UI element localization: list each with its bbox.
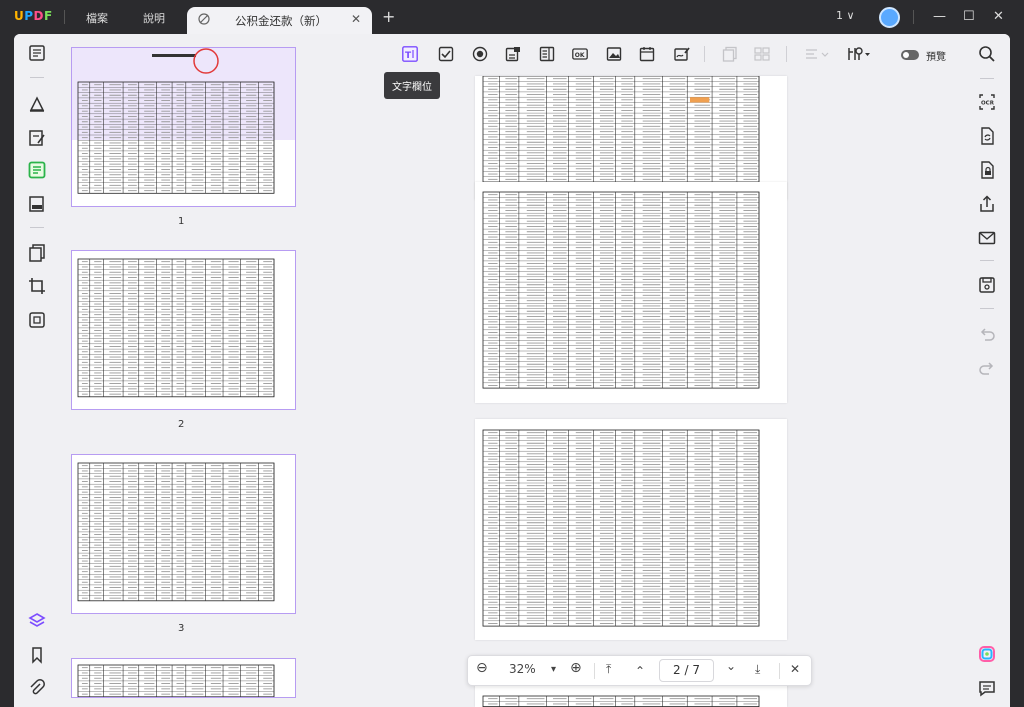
thumbnail-preview (77, 258, 275, 398)
last-page-button[interactable]: ⤓ (755, 662, 760, 677)
page-thumbnail-4[interactable] (71, 658, 296, 698)
zoom-navigation-bar: ⊖ 32% ▾ ⊕ ⤒ ⌃ 2 / 7 ⌄ ⤓ ✕ (467, 655, 812, 686)
window-count-dropdown[interactable]: 1 ∨ (836, 9, 855, 22)
save-icon[interactable] (977, 275, 997, 295)
prepare-form-icon[interactable] (27, 160, 47, 180)
toolbar-separator (30, 227, 44, 228)
signature-field-icon[interactable] (674, 46, 690, 62)
zoom-dropdown-icon[interactable]: ▾ (551, 664, 556, 675)
email-icon[interactable] (977, 228, 997, 248)
thumbnail-label: 2 (178, 419, 185, 430)
thumbnail-panel: 1 2 3 (60, 34, 314, 707)
image-field-icon[interactable] (606, 46, 622, 62)
reader-icon[interactable] (27, 43, 47, 63)
align-dropdown-icon (806, 49, 829, 59)
undo-icon (980, 328, 995, 341)
right-toolbar: OCR (964, 34, 1010, 707)
combo-box-icon[interactable] (505, 46, 521, 62)
page-thumbnail-3[interactable] (71, 454, 296, 614)
next-page-button[interactable]: ⌄ (726, 659, 736, 673)
toolbar-separator (980, 78, 994, 79)
share-icon[interactable] (977, 194, 997, 214)
zoom-value[interactable]: 32% (509, 662, 536, 676)
pdf-page (475, 182, 787, 403)
minimize-button[interactable]: — (933, 9, 946, 24)
form-tools-dropdown-icon[interactable] (846, 46, 872, 62)
unsaved-icon (198, 13, 210, 25)
protect-icon[interactable] (977, 160, 997, 180)
button-field-icon[interactable]: OK (572, 46, 588, 62)
list-box-icon[interactable] (539, 46, 555, 62)
previous-page-button[interactable]: ⌃ (635, 664, 645, 678)
crop-icon[interactable] (27, 276, 47, 296)
zoom-separator (594, 663, 595, 679)
left-toolbar (14, 34, 60, 707)
grid-layout-icon (754, 47, 770, 61)
thumbnail-label: 3 (178, 623, 185, 634)
toolbar-separator (30, 77, 44, 78)
svg-text:OCR: OCR (981, 101, 995, 107)
tab-title: 公积金还款（新） (235, 14, 327, 28)
ocr-icon[interactable]: OCR (977, 92, 997, 112)
title-separator (913, 10, 914, 24)
menu-file[interactable]: 檔案 (86, 10, 108, 26)
page-thumbnail-1[interactable] (71, 47, 296, 207)
title-bar: UPDF 檔案 說明 公积金还款（新） ✕ + 1 ∨ — ☐ ✕ (0, 0, 1024, 34)
attachment-icon[interactable] (27, 678, 47, 698)
toolbar-separator (980, 260, 994, 261)
app-area: 1 2 3 T OK OCR (14, 34, 1010, 707)
svg-text:OK: OK (575, 52, 585, 59)
tab-close-button[interactable]: ✕ (351, 12, 361, 26)
pdf-page (475, 419, 787, 640)
menu-help[interactable]: 說明 (143, 10, 165, 26)
close-zoom-bar-button[interactable]: ✕ (790, 662, 800, 676)
first-page-button[interactable]: ⤒ (606, 662, 611, 677)
toolbar-separator (980, 308, 994, 309)
document-viewer[interactable]: T OK (314, 34, 964, 707)
new-tab-button[interactable]: + (382, 7, 395, 26)
ai-assistant-icon[interactable] (977, 644, 997, 664)
search-icon[interactable] (977, 44, 997, 64)
checkbox-icon[interactable] (438, 46, 454, 62)
title-separator (64, 10, 65, 24)
maximize-button[interactable]: ☐ (963, 9, 975, 24)
preview-label: 預覽 (926, 52, 946, 63)
updf-logo[interactable]: UPDF (14, 9, 53, 23)
toolbar-separator (704, 46, 705, 62)
organize-pages-icon[interactable] (27, 243, 47, 263)
comment-panel-icon[interactable] (977, 678, 997, 698)
user-avatar[interactable] (879, 7, 900, 28)
thumbnail-label: 1 (178, 216, 185, 227)
thumbnail-preview (77, 664, 275, 697)
svg-text:T: T (405, 51, 412, 61)
duplicate-field-icon (722, 46, 737, 62)
convert-icon[interactable] (977, 126, 997, 146)
toolbar-separator (786, 46, 787, 62)
preview-toggle[interactable] (901, 50, 919, 60)
tools-icon[interactable] (27, 310, 47, 330)
text-field-icon[interactable]: T (402, 46, 418, 62)
thumbnail-preview (72, 48, 295, 194)
zoom-separator (779, 663, 780, 679)
radio-button-icon[interactable] (472, 46, 488, 62)
document-tab[interactable]: 公积金还款（新） ✕ (187, 7, 372, 34)
edit-pdf-icon[interactable] (27, 128, 47, 148)
page-thumbnail-2[interactable] (71, 250, 296, 410)
comment-icon[interactable] (27, 94, 47, 114)
fill-sign-icon[interactable] (27, 194, 47, 214)
redo-icon (979, 362, 994, 375)
zoom-in-button[interactable]: ⊕ (570, 660, 582, 676)
close-window-button[interactable]: ✕ (993, 9, 1004, 24)
bookmark-icon[interactable] (27, 645, 47, 665)
date-field-icon[interactable] (639, 46, 655, 62)
layers-icon[interactable] (27, 611, 47, 631)
page-number-input[interactable]: 2 / 7 (659, 659, 714, 682)
form-toolbar: T OK (314, 34, 964, 74)
thumbnail-preview (77, 462, 275, 602)
zoom-out-button[interactable]: ⊖ (476, 660, 488, 676)
text-field-tooltip: 文字欄位 (384, 72, 440, 99)
